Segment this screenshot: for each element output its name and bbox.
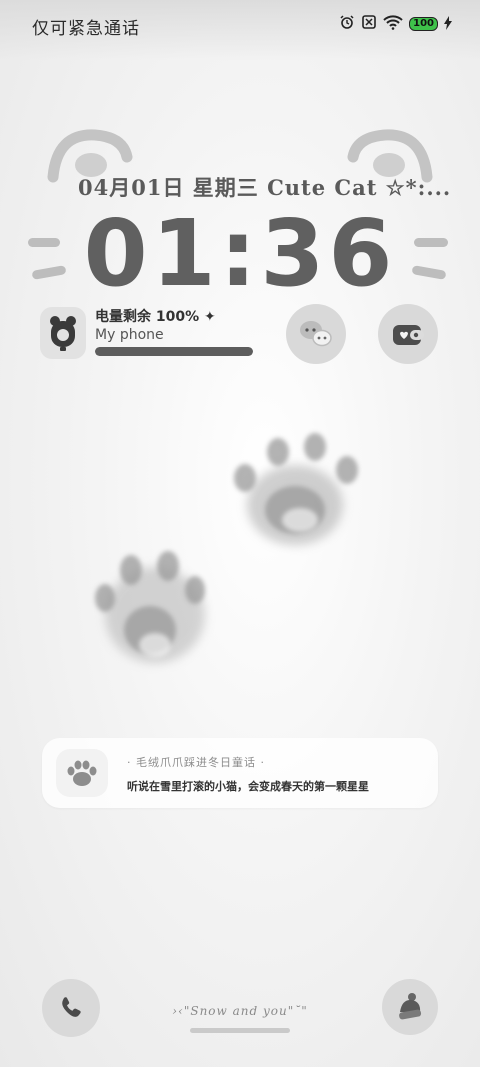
paw-icon bbox=[67, 760, 97, 786]
bottom-caption: ›‹"Snow and you"˘" bbox=[172, 1004, 308, 1018]
notification-app-icon bbox=[56, 749, 108, 797]
notification-card[interactable]: · 毛绒爪爪踩进冬日童话 · 听说在雪里打滚的小猫，会变成春天的第一颗星星 bbox=[42, 738, 438, 808]
notification-body: 听说在雪里打滚的小猫，会变成春天的第一颗星星 bbox=[127, 780, 369, 793]
home-indicator[interactable] bbox=[190, 1028, 290, 1033]
paw-prints-illustration bbox=[95, 433, 358, 663]
notification-title: · 毛绒爪爪踩进冬日童话 · bbox=[127, 756, 265, 769]
